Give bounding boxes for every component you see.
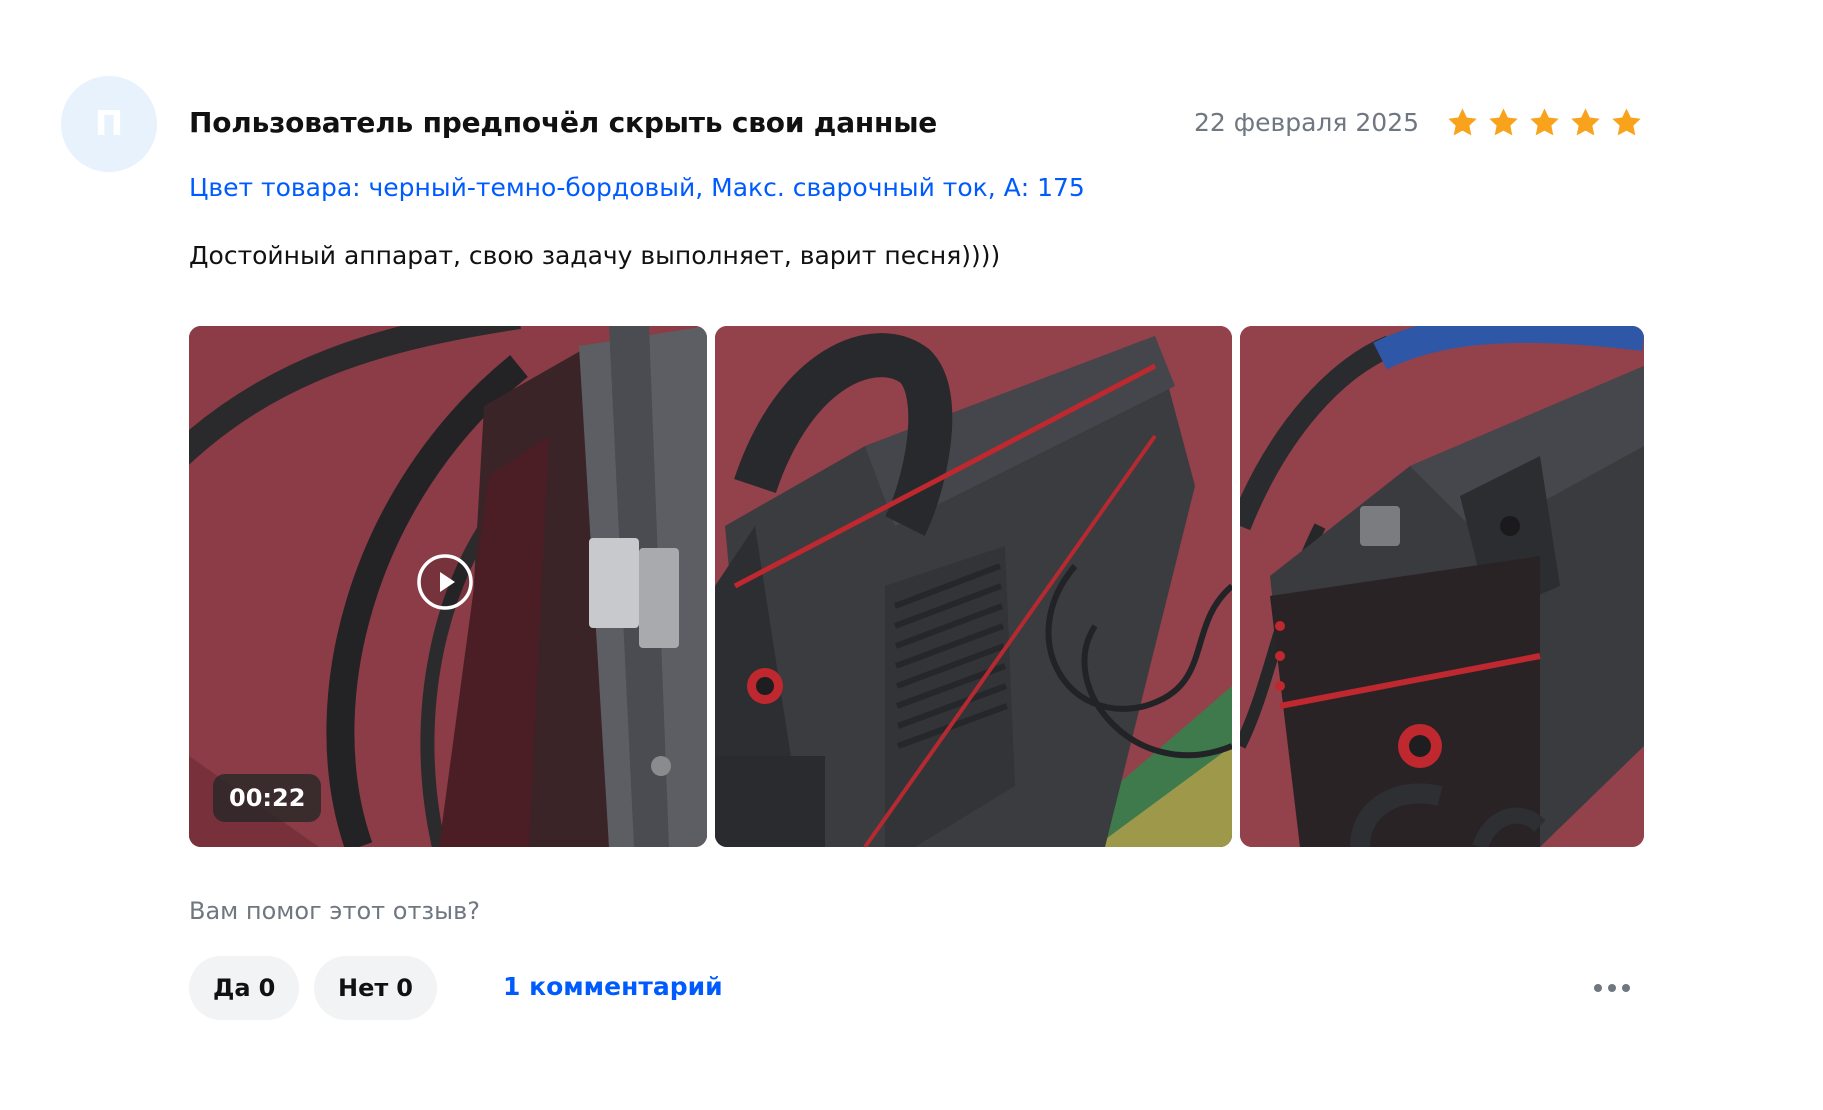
vote-yes-count: 0 [258,974,276,1002]
product-photo-image [1240,326,1644,847]
star-icon [1530,108,1559,136]
avatar: П [61,76,157,172]
product-photo-image [715,326,1232,847]
media-gallery: 00:22 [189,326,1644,847]
comments-link[interactable]: 1 комментарий [503,972,723,1001]
vote-no-button[interactable]: Нет 0 [314,956,437,1020]
star-icon [1571,108,1600,136]
star-icon [1612,108,1641,136]
vote-no-count: 0 [396,974,413,1002]
photo-thumbnail[interactable] [1240,326,1644,847]
product-variant: Цвет товара: черный-темно-бордовый, Макс… [189,173,1085,202]
vote-no-label: Нет [338,974,389,1002]
review-text: Достойный аппарат, свою задачу выполняет… [189,241,1001,270]
video-duration-badge: 00:22 [213,774,322,822]
more-dots-icon[interactable] [1588,972,1636,1004]
rating-stars [1446,106,1643,139]
video-thumbnail[interactable]: 00:22 [189,326,707,847]
review-date: 22 февраля 2025 [1194,108,1420,137]
vote-yes-button[interactable]: Да 0 [189,956,300,1020]
star-icon [1448,108,1477,136]
star-icon [1489,108,1518,136]
photo-thumbnail[interactable] [715,326,1232,847]
avatar-letter: П [94,104,124,144]
helpful-question: Вам помог этот отзыв? [189,897,481,925]
play-icon[interactable] [417,554,473,610]
vote-yes-label: Да [213,974,251,1002]
review-card: П Пользователь предпочёл скрыть свои дан… [0,0,1823,1110]
review-author: Пользователь предпочёл скрыть свои данны… [189,106,938,139]
